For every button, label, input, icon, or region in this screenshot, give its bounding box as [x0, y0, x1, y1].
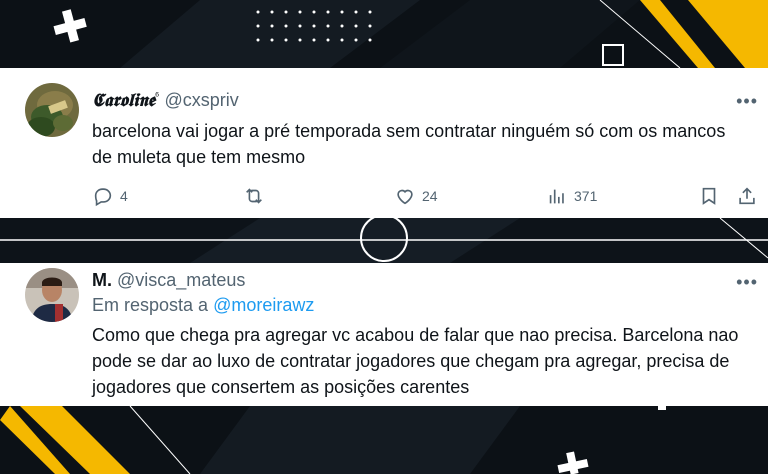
display-name[interactable]: 𝕮𝖆𝖗𝖔𝖑𝖎𝖓𝖊 [92, 90, 155, 111]
avatar[interactable] [25, 268, 79, 322]
reply-context: Em resposta a @moreirawz [92, 295, 314, 316]
share-button[interactable] [736, 185, 758, 207]
reply-button[interactable]: 4 [92, 185, 128, 207]
tweet-header: M. @visca_mateus [92, 270, 245, 291]
avatar-image-icon [25, 268, 79, 322]
action-bar: 4 24 371 [0, 185, 768, 209]
tweet-card-1[interactable]: 𝕮𝖆𝖗𝖔𝖑𝖎𝖓𝖊⁶ @cxspriv ••• barcelona vai jog… [0, 68, 768, 218]
tweet-text: barcelona vai jogar a pré temporada sem … [92, 121, 726, 167]
tweet-text: Como que chega pra agregar vc acabou de … [92, 325, 739, 397]
tweet-card-2[interactable]: M. @visca_mateus ••• Em resposta a @more… [0, 263, 768, 406]
bookmark-icon [702, 187, 716, 205]
display-name[interactable]: M. [92, 270, 112, 290]
reply-mention-link[interactable]: @moreirawz [213, 295, 314, 315]
more-options-icon[interactable]: ••• [736, 273, 758, 291]
reply-count: 4 [120, 188, 128, 204]
handle[interactable]: @visca_mateus [117, 270, 245, 290]
view-count: 371 [574, 188, 598, 204]
avatar[interactable] [25, 83, 79, 137]
more-options-icon[interactable]: ••• [736, 92, 758, 110]
like-button[interactable]: 24 [394, 185, 438, 207]
like-count: 24 [422, 188, 438, 204]
bookmark-button[interactable] [698, 185, 720, 207]
views-chart-icon [549, 189, 564, 204]
tweet-header: 𝕮𝖆𝖗𝖔𝖑𝖎𝖓𝖊⁶ @cxspriv [92, 90, 239, 111]
share-icon [739, 187, 755, 205]
handle[interactable]: @cxspriv [164, 90, 238, 110]
views-button[interactable]: 371 [546, 185, 597, 207]
retweet-button[interactable] [243, 185, 271, 207]
reply-prefix: Em resposta a [92, 295, 209, 315]
avatar-image-icon [25, 83, 79, 137]
reply-icon [94, 188, 112, 207]
heart-icon [397, 189, 413, 205]
retweet-icon [246, 188, 262, 204]
name-suffix: ⁶ [154, 90, 160, 102]
